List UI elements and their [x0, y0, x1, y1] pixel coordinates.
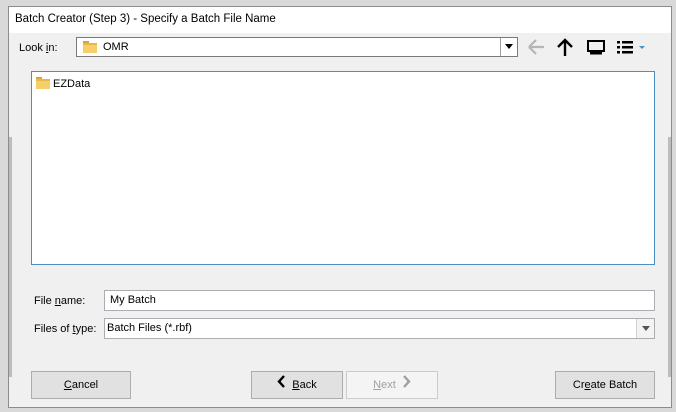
window-title: Batch Creator (Step 3) - Specify a Batch… [15, 13, 276, 25]
right-edge [668, 137, 671, 377]
look-in-label: Look in: [19, 42, 58, 54]
view-menu-icon[interactable] [615, 37, 649, 57]
file-type-value: Batch Files (*.rbf) [107, 322, 192, 334]
create-batch-button[interactable]: Create Batch [555, 371, 655, 399]
file-list[interactable]: EZData [31, 71, 655, 265]
look-in-dropdown[interactable]: OMR [76, 37, 518, 57]
next-button[interactable]: Next [346, 371, 438, 399]
file-name-label: File name: [34, 295, 86, 307]
up-folder-icon[interactable] [554, 37, 576, 57]
dialog-window: Batch Creator (Step 3) - Specify a Batch… [8, 6, 672, 408]
title-bar[interactable]: Batch Creator (Step 3) - Specify a Batch… [9, 7, 671, 33]
file-type-label: Files of type: [34, 323, 97, 335]
look-in-dropdown-arrow[interactable] [500, 38, 517, 56]
chevron-right-icon [402, 372, 411, 398]
look-in-row: Look in: OMR [9, 37, 671, 61]
folder-icon [35, 76, 51, 93]
folder-icon [82, 40, 98, 57]
cancel-button[interactable]: Cancel [31, 371, 131, 399]
desktop-icon[interactable] [585, 37, 607, 57]
back-arrow-icon[interactable] [525, 37, 547, 57]
file-item-name: EZData [53, 78, 91, 90]
look-in-value: OMR [103, 41, 129, 53]
file-name-value: My Batch [110, 294, 156, 306]
file-name-input[interactable]: My Batch [104, 290, 655, 311]
back-button[interactable]: Back [251, 371, 343, 399]
file-type-dropdown[interactable]: Batch Files (*.rbf) [104, 318, 655, 339]
chevron-down-icon[interactable] [636, 319, 654, 338]
chevron-left-icon [277, 372, 286, 398]
left-edge [9, 137, 12, 377]
